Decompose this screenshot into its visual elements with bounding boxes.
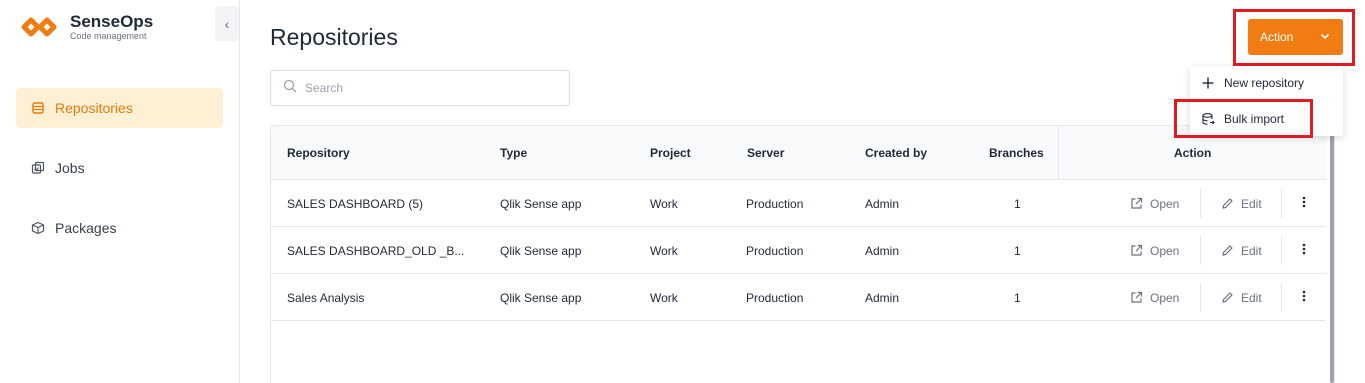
- external-link-icon: [1129, 197, 1143, 211]
- brand-subtitle: Code management: [70, 31, 147, 41]
- pencil-icon: [1220, 244, 1234, 258]
- cell-project: Work: [650, 243, 678, 258]
- table-scrollbar[interactable]: [1330, 125, 1334, 383]
- open-button[interactable]: Open: [1129, 180, 1179, 227]
- cell-created-by: Admin: [865, 243, 900, 258]
- bulk-import-highlight: [1174, 99, 1313, 138]
- table-row: SALES DASHBOARD (5) Qlik Sense app Work …: [271, 180, 1326, 227]
- cell-created-by: Admin: [865, 196, 900, 211]
- cell-project: Work: [650, 290, 678, 305]
- search-input[interactable]: [305, 81, 555, 95]
- edit-label: Edit: [1241, 290, 1262, 305]
- external-link-icon: [1129, 291, 1143, 305]
- more-options-button[interactable]: [1296, 227, 1312, 274]
- sidebar-collapse-button[interactable]: ‹: [215, 6, 239, 41]
- cell-type: Qlik Sense app: [500, 196, 582, 211]
- cell-branches: 1: [1014, 290, 1021, 305]
- column-header-project[interactable]: Project: [650, 126, 691, 180]
- sidebar: SenseOps Code management ‹ Repositories …: [0, 0, 240, 383]
- sidebar-item-packages[interactable]: Packages: [16, 208, 223, 248]
- package-icon: [30, 220, 46, 236]
- menu-item-label: New repository: [1224, 75, 1305, 90]
- action-button-label: Action: [1260, 30, 1294, 44]
- brand-logo[interactable]: SenseOps Code management: [16, 12, 153, 42]
- menu-item-new-repository[interactable]: New repository: [1190, 66, 1343, 99]
- column-divider: [1058, 126, 1059, 180]
- repositories-table: Repository Type Project Server Created b…: [270, 125, 1335, 383]
- cell-server: Production: [746, 290, 804, 305]
- edit-label: Edit: [1241, 196, 1262, 211]
- cell-branches: 1: [1014, 196, 1021, 211]
- cell-repository[interactable]: SALES DASHBOARD_OLD _B...: [287, 227, 464, 274]
- edit-button[interactable]: Edit: [1220, 274, 1262, 321]
- cell-server: Production: [746, 243, 804, 258]
- kebab-menu-icon: [1302, 289, 1306, 307]
- brand-name: SenseOps: [70, 12, 154, 31]
- column-header-branches[interactable]: Branches: [989, 126, 1044, 180]
- search-icon: [283, 79, 297, 98]
- action-divider: [1281, 189, 1282, 218]
- sidebar-item-jobs[interactable]: Jobs: [16, 148, 223, 188]
- database-icon: [30, 100, 46, 116]
- table-row: SALES DASHBOARD_OLD _B... Qlik Sense app…: [271, 227, 1326, 274]
- pencil-icon: [1220, 291, 1234, 305]
- edit-button[interactable]: Edit: [1220, 227, 1262, 274]
- open-label: Open: [1150, 196, 1180, 211]
- chevron-left-icon: ‹: [224, 15, 230, 32]
- column-header-repository[interactable]: Repository: [287, 126, 350, 180]
- open-button[interactable]: Open: [1129, 274, 1179, 321]
- more-options-button[interactable]: [1296, 180, 1312, 227]
- external-link-icon: [1129, 244, 1143, 258]
- sidebar-item-repositories[interactable]: Repositories: [16, 88, 223, 128]
- chevron-down-icon: [1319, 30, 1331, 45]
- action-divider: [1200, 283, 1201, 312]
- more-options-button[interactable]: [1296, 274, 1312, 321]
- sidebar-item-label: Repositories: [55, 100, 133, 116]
- cell-type: Qlik Sense app: [500, 290, 582, 305]
- page-title: Repositories: [270, 24, 398, 50]
- app-root: SenseOps Code management ‹ Repositories …: [0, 0, 1365, 383]
- kebab-menu-icon: [1302, 195, 1306, 213]
- action-divider: [1281, 283, 1282, 312]
- column-header-created-by[interactable]: Created by: [865, 126, 927, 180]
- cell-project: Work: [650, 196, 678, 211]
- column-header-type[interactable]: Type: [500, 126, 527, 180]
- cell-branches: 1: [1014, 243, 1021, 258]
- cell-repository[interactable]: Sales Analysis: [287, 274, 364, 321]
- edit-label: Edit: [1241, 243, 1262, 258]
- action-divider: [1200, 189, 1201, 218]
- cell-type: Qlik Sense app: [500, 243, 582, 258]
- kebab-menu-icon: [1302, 242, 1306, 260]
- senseops-logo-icon: [21, 17, 57, 37]
- cell-server: Production: [746, 196, 804, 211]
- brand-text: SenseOps Code management: [70, 12, 153, 42]
- jobs-icon: [30, 160, 46, 176]
- action-button[interactable]: Action: [1248, 19, 1343, 55]
- action-divider: [1281, 236, 1282, 265]
- search-box: [270, 70, 570, 106]
- cell-repository[interactable]: SALES DASHBOARD (5): [287, 180, 423, 227]
- plus-icon: [1200, 75, 1216, 91]
- table-row: Sales Analysis Qlik Sense app Work Produ…: [271, 274, 1326, 321]
- open-label: Open: [1150, 243, 1180, 258]
- open-label: Open: [1150, 290, 1180, 305]
- sidebar-item-label: Jobs: [55, 160, 85, 176]
- cell-created-by: Admin: [865, 290, 900, 305]
- sidebar-item-label: Packages: [55, 220, 117, 236]
- edit-button[interactable]: Edit: [1220, 180, 1262, 227]
- pencil-icon: [1220, 197, 1234, 211]
- action-divider: [1200, 236, 1201, 265]
- column-header-server[interactable]: Server: [747, 126, 784, 180]
- open-button[interactable]: Open: [1129, 227, 1179, 274]
- table-header: Repository Type Project Server Created b…: [271, 126, 1326, 180]
